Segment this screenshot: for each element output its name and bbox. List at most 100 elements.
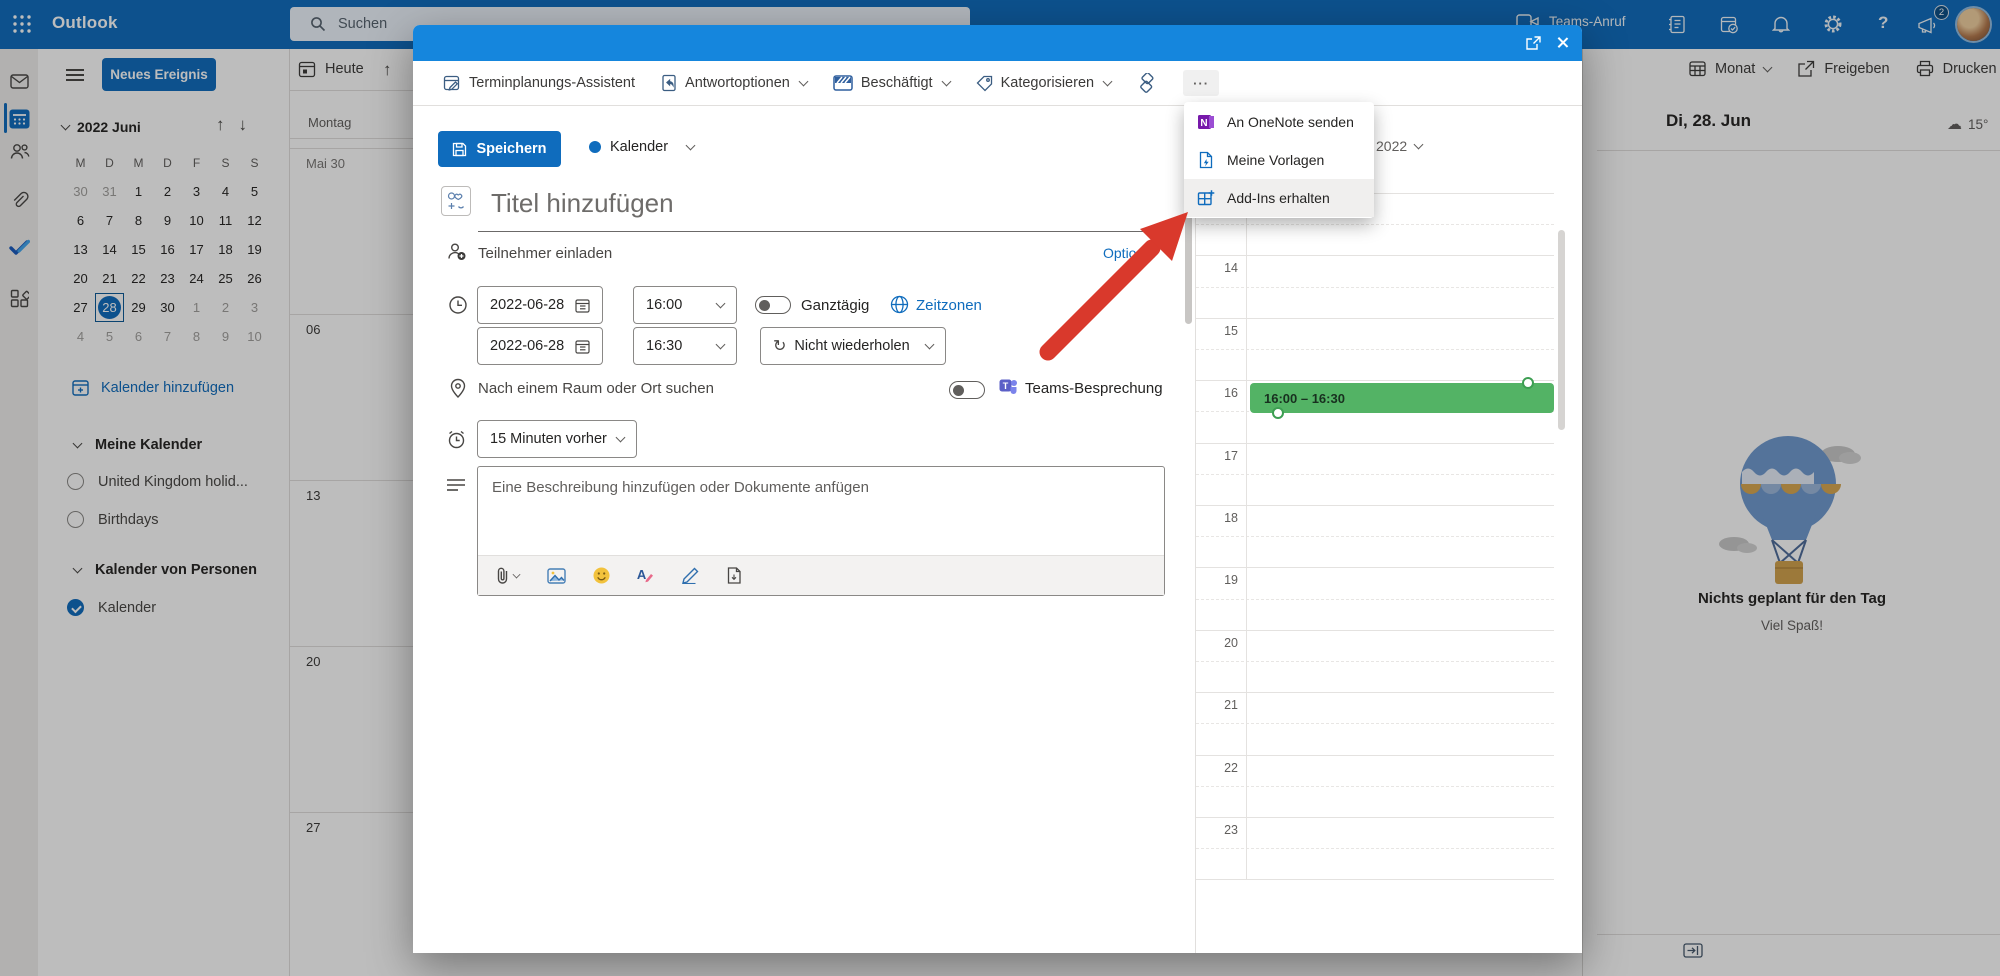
calendar-icon <box>575 298 590 313</box>
chevron-down-icon <box>686 141 696 151</box>
scheduling-assistant-button[interactable]: Terminplanungs-Assistent <box>443 74 635 92</box>
templates-icon <box>1197 151 1215 169</box>
chevron-down-icon <box>925 340 935 350</box>
save-icon <box>452 142 467 157</box>
draw-pen-button[interactable] <box>681 567 700 584</box>
chevron-down-icon <box>716 299 726 309</box>
editor-toolbar: A <box>478 555 1164 595</box>
hour-line <box>1196 318 1554 319</box>
attach-file-button[interactable] <box>496 567 520 584</box>
end-time-select[interactable]: 16:30 <box>633 327 737 365</box>
font-color-button[interactable]: A <box>637 567 654 585</box>
end-time-value: 16:30 <box>646 338 709 354</box>
hour-label: 23 <box>1198 823 1238 837</box>
alarm-reminder-icon <box>446 429 467 450</box>
paperclip-icon <box>496 567 509 584</box>
busy-status-icon <box>833 75 853 91</box>
half-hour-line <box>1196 848 1554 849</box>
hour-line <box>1196 567 1554 568</box>
dialog-toolbar: Terminplanungs-Assistent Antwortoptionen… <box>413 61 1582 106</box>
busy-status-label: Beschäftigt <box>861 75 933 91</box>
hour-line <box>1196 630 1554 631</box>
hour-label: 17 <box>1198 449 1238 463</box>
preview-date-selector[interactable]: 2022 <box>1376 138 1422 154</box>
half-hour-line <box>1196 786 1554 787</box>
charm-picker-icon[interactable] <box>441 186 471 216</box>
categorize-button[interactable]: Kategorisieren <box>976 75 1112 92</box>
menu-item-addins[interactable]: Add-Ins erhalten <box>1184 179 1374 217</box>
emoji-button[interactable] <box>593 567 610 584</box>
repeat-value: Nicht wiederholen <box>794 338 918 354</box>
half-hour-line <box>1196 474 1554 475</box>
teams-meeting-toggle[interactable] <box>949 381 985 399</box>
teams-meeting-label: Teams-Besprechung <box>1025 380 1163 397</box>
hour-line <box>1196 443 1554 444</box>
onenote-icon: N <box>1197 113 1215 131</box>
hour-label: 16 <box>1198 386 1238 400</box>
attendees-input[interactable]: Teilnehmer einladen <box>478 245 612 262</box>
half-hour-line <box>1196 224 1554 225</box>
repeat-select[interactable]: ↻ Nicht wiederholen <box>760 327 946 365</box>
chevron-down-icon <box>616 433 626 443</box>
link-icon[interactable] <box>1137 73 1157 93</box>
more-options-button[interactable]: ··· <box>1183 70 1219 96</box>
resize-handle-top[interactable] <box>1522 377 1534 389</box>
scheduling-assistant-label: Terminplanungs-Assistent <box>469 75 635 91</box>
reminder-select[interactable]: 15 Minuten vorher <box>477 420 637 458</box>
description-placeholder: Eine Beschreibung hinzufügen oder Dokume… <box>478 467 1164 508</box>
show-as-busy-button[interactable]: Beschäftigt <box>833 75 950 91</box>
all-day-label: Ganztägig <box>801 297 869 314</box>
description-editor[interactable]: Eine Beschreibung hinzufügen oder Dokume… <box>477 466 1165 596</box>
chevron-down-icon <box>513 570 521 578</box>
clock-icon <box>448 295 468 315</box>
hour-label: 21 <box>1198 698 1238 712</box>
event-block[interactable]: 16:00 – 16:30 <box>1250 383 1554 413</box>
invite-attendees-icon <box>446 242 468 261</box>
save-button[interactable]: Speichern <box>438 131 561 167</box>
half-hour-line <box>1196 349 1554 350</box>
chevron-down-icon <box>941 77 951 87</box>
calendar-selector[interactable]: Kalender <box>589 139 694 155</box>
hour-label: 20 <box>1198 636 1238 650</box>
start-date-value: 2022-06-28 <box>490 297 567 313</box>
calendar-icon <box>575 339 590 354</box>
preview-scrollbar[interactable] <box>1558 230 1565 430</box>
hour-line <box>1196 879 1554 880</box>
chevron-down-icon <box>1103 77 1113 87</box>
insert-image-button[interactable] <box>547 568 566 584</box>
svg-text:T: T <box>1003 381 1009 391</box>
chevron-down-icon <box>1414 140 1424 150</box>
start-time-select[interactable]: 16:00 <box>633 286 737 324</box>
optional-attendees-link[interactable]: Optional <box>1103 245 1155 261</box>
timezones-link[interactable]: Zeitzonen <box>916 297 982 314</box>
menu-item-onenote[interactable]: NAn OneNote senden <box>1184 103 1374 141</box>
response-options-label: Antwortoptionen <box>685 75 790 91</box>
reminder-value: 15 Minuten vorher <box>490 431 609 447</box>
insert-document-button[interactable] <box>727 567 741 584</box>
start-time-value: 16:00 <box>646 297 709 313</box>
hour-line <box>1196 755 1554 756</box>
end-date-value: 2022-06-28 <box>490 338 567 354</box>
menu-item-label: Add-Ins erhalten <box>1227 190 1330 206</box>
location-input[interactable]: Nach einem Raum oder Ort suchen <box>478 380 714 397</box>
day-preview: 2022 14151617181920212223 16:00 – 16:30 <box>1195 106 1582 953</box>
end-date-input[interactable]: 2022-06-28 <box>477 327 603 365</box>
globe-icon <box>890 295 909 314</box>
start-date-input[interactable]: 2022-06-28 <box>477 286 603 324</box>
categorize-label: Kategorisieren <box>1001 75 1095 91</box>
chevron-down-icon <box>798 77 808 87</box>
all-day-toggle[interactable] <box>755 296 791 314</box>
resize-handle-bottom[interactable] <box>1272 407 1284 419</box>
half-hour-line <box>1196 723 1554 724</box>
hour-label: 15 <box>1198 324 1238 338</box>
title-input[interactable]: Titel hinzufügen <box>491 188 674 219</box>
addins-icon <box>1197 189 1215 207</box>
popout-icon[interactable] <box>1526 36 1541 50</box>
chevron-down-icon <box>716 340 726 350</box>
tag-icon <box>976 75 993 92</box>
save-label: Speichern <box>476 141 546 157</box>
menu-item-templates[interactable]: Meine Vorlagen <box>1184 141 1374 179</box>
response-options-button[interactable]: Antwortoptionen <box>661 74 807 92</box>
hour-line <box>1196 505 1554 506</box>
calendar-color-dot <box>589 141 601 153</box>
